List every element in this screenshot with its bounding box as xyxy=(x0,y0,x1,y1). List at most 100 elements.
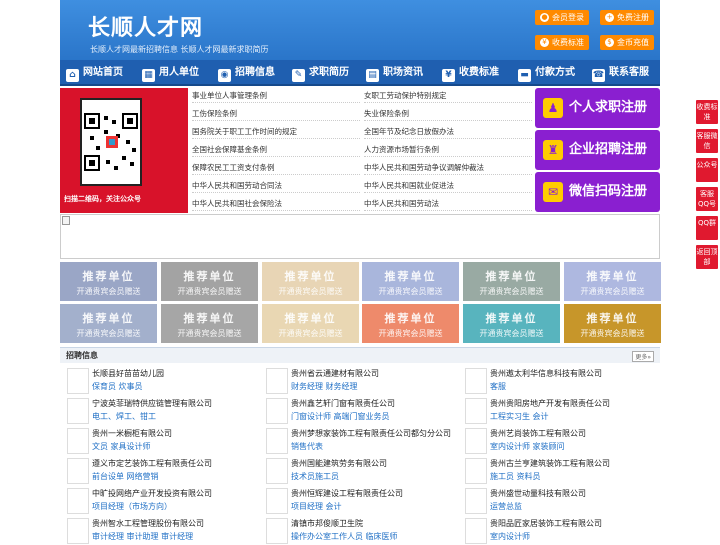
company-name[interactable]: 贵州艺尚装饰工程有限公司 xyxy=(490,428,586,439)
law-link[interactable]: 女职工劳动保护特别规定 xyxy=(364,89,532,103)
job-listing[interactable]: 贵州省云通建材有限公司 财务经理 财务经理 xyxy=(261,367,451,395)
job-positions[interactable]: 电工、焊工、钳工 xyxy=(92,411,156,422)
recommended-unit-tile[interactable]: 推荐单位 开通贵宾会员赠送 xyxy=(161,262,258,301)
recommended-unit-tile[interactable]: 推荐单位 开通贵宾会员赠送 xyxy=(362,262,459,301)
company-name[interactable]: 贵州古兰亨建筑装饰工程有限公司 xyxy=(490,458,610,469)
company-name[interactable]: 贵州鑫艺轩门窗有限责任公司 xyxy=(291,398,395,409)
job-positions[interactable]: 财务经理 财务经理 xyxy=(291,381,358,392)
more-button[interactable]: 更多» xyxy=(632,351,654,362)
company-name[interactable]: 贵州盛世动量科技有限公司 xyxy=(490,488,586,499)
job-positions[interactable]: 室内设计师 xyxy=(490,531,530,542)
recommended-unit-tile[interactable]: 推荐单位 开通贵宾会员赠送 xyxy=(564,262,661,301)
sidebar-button[interactable]: QQ群 xyxy=(696,216,718,240)
job-listing[interactable]: 贵阳品匠家居装饰工程有限公司 室内设计师 xyxy=(460,517,650,545)
job-positions[interactable]: 项目经理 会计 xyxy=(291,501,342,512)
law-link[interactable]: 中华人民共和国劳动争议调解仲裁法 xyxy=(364,161,532,175)
sidebar-button[interactable]: 返回顶部 xyxy=(696,245,718,269)
company-name[interactable]: 贵州恒辉建设工程有限责任公司 xyxy=(291,488,403,499)
employer-register-button[interactable]: ♜ 企业招聘注册 xyxy=(535,130,660,170)
law-link[interactable]: 事业单位人事管理条例 xyxy=(192,89,360,103)
company-name[interactable]: 贵州省云通建材有限公司 xyxy=(291,368,379,379)
job-positions[interactable]: 项目经理（市场方向） xyxy=(92,501,172,512)
company-name[interactable]: 贵州梦想家装饰工程有限责任公司都匀分公司 xyxy=(291,428,451,439)
job-listing[interactable]: 贵州贵阳房地产开发有限责任公司 工程实习生 会计 xyxy=(460,397,650,425)
job-seeker-register-button[interactable]: ♟ 个人求职注册 xyxy=(535,88,660,128)
job-listing[interactable]: 贵州智水工程管理股份有限公司 审计经理 审计助理 审计经理 xyxy=(62,517,252,545)
job-positions[interactable]: 工程实习生 会计 xyxy=(490,411,549,422)
law-link[interactable]: 保障农民工工资支付条例 xyxy=(192,161,360,175)
recommended-unit-tile[interactable]: 推荐单位 开通贵宾会员赠送 xyxy=(60,262,157,301)
job-listing[interactable]: 贵州遨太利华信息科技有限公司 客服 xyxy=(460,367,650,395)
job-listing[interactable]: 贵州艺尚装饰工程有限公司 室内设计师 家装顾问 xyxy=(460,427,650,455)
job-listing[interactable]: 贵州鑫艺轩门窗有限责任公司 门窗设计师 高端门窗业务员 xyxy=(261,397,451,425)
banner-image[interactable] xyxy=(60,214,660,259)
recommended-unit-tile[interactable]: 推荐单位 开通贵宾会员赠送 xyxy=(463,304,560,343)
job-positions[interactable]: 施工员 资料员 xyxy=(490,471,541,482)
recommended-unit-tile[interactable]: 推荐单位 开通贵宾会员赠送 xyxy=(564,304,661,343)
nav-payment[interactable]: ▬ 付款方式 xyxy=(518,60,575,86)
law-link[interactable]: 中华人民共和国就业促进法 xyxy=(364,179,532,193)
company-name[interactable]: 贵州贵阳房地产开发有限责任公司 xyxy=(490,398,610,409)
job-listing[interactable]: 贵州盛世动量科技有限公司 运营总监 xyxy=(460,487,650,515)
company-name[interactable]: 中旷投网络产业开发投资有限公司 xyxy=(92,488,212,499)
nav-news[interactable]: ▤ 职场资讯 xyxy=(366,60,423,86)
nav-fees[interactable]: ¥ 收费标准 xyxy=(442,60,499,86)
company-name[interactable]: 长顺县好苗苗幼儿园 xyxy=(92,368,164,379)
law-link[interactable]: 国务院关于职工工作时间的规定 xyxy=(192,125,360,139)
job-listing[interactable]: 中旷投网络产业开发投资有限公司 项目经理（市场方向） xyxy=(62,487,252,515)
law-link[interactable]: 工伤保险条例 xyxy=(192,107,360,121)
sidebar-button[interactable]: 客服QQ号 xyxy=(696,187,718,211)
job-positions[interactable]: 技术员施工员 xyxy=(291,471,339,482)
recommended-unit-tile[interactable]: 推荐单位 开通贵宾会员赠送 xyxy=(362,304,459,343)
sidebar-button[interactable]: 收费标准 xyxy=(696,100,718,124)
recommended-unit-tile[interactable]: 推荐单位 开通贵宾会员赠送 xyxy=(262,262,359,301)
job-listing[interactable]: 遵义市定艺装饰工程有限责任公司 前台设单 网络营销 xyxy=(62,457,252,485)
law-link[interactable]: 全国年节及纪念日放假办法 xyxy=(364,125,532,139)
company-name[interactable]: 宁波英菲瑞特供应链管理有限公司 xyxy=(92,398,212,409)
nav-resumes[interactable]: ✎ 求职简历 xyxy=(292,60,349,86)
job-positions[interactable]: 前台设单 网络营销 xyxy=(92,471,159,482)
recharge-button[interactable]: $ 金币充值 xyxy=(600,35,654,50)
login-button[interactable]: ● 会员登录 xyxy=(535,10,589,25)
job-listing[interactable]: 贵州古兰亨建筑装饰工程有限公司 施工员 资料员 xyxy=(460,457,650,485)
law-link[interactable]: 全国社会保障基金条例 xyxy=(192,143,360,157)
recommended-unit-tile[interactable]: 推荐单位 开通贵宾会员赠送 xyxy=(161,304,258,343)
law-link[interactable]: 中华人民共和国劳动法 xyxy=(364,197,532,211)
company-name[interactable]: 贵州遨太利华信息科技有限公司 xyxy=(490,368,602,379)
job-positions[interactable]: 客服 xyxy=(490,381,506,392)
law-link[interactable]: 人力资源市场暂行条例 xyxy=(364,143,532,157)
job-listing[interactable]: 宁波英菲瑞特供应链管理有限公司 电工、焊工、钳工 xyxy=(62,397,252,425)
job-positions[interactable]: 运营总监 xyxy=(490,501,522,512)
company-name[interactable]: 贵州智水工程管理股份有限公司 xyxy=(92,518,204,529)
sidebar-button[interactable]: 客服微信 xyxy=(696,129,718,153)
job-listing[interactable]: 贵州梦想家装饰工程有限责任公司都匀分公司 销售代表 xyxy=(261,427,451,455)
law-link[interactable]: 中华人民共和国劳动合同法 xyxy=(192,179,360,193)
pricing-button[interactable]: ¥ 收费标准 xyxy=(535,35,589,50)
job-positions[interactable]: 室内设计师 家装顾问 xyxy=(490,441,565,452)
wechat-register-button[interactable]: ✉ 微信扫码注册 xyxy=(535,172,660,212)
job-positions[interactable]: 文员 家具设计师 xyxy=(92,441,151,452)
recommended-unit-tile[interactable]: 推荐单位 开通贵宾会员赠送 xyxy=(60,304,157,343)
job-listing[interactable]: 贵州一米橱柜有限公司 文员 家具设计师 xyxy=(62,427,252,455)
company-name[interactable]: 贵州国能建筑劳务有限公司 xyxy=(291,458,387,469)
recommended-unit-tile[interactable]: 推荐单位 开通贵宾会员赠送 xyxy=(262,304,359,343)
sidebar-button[interactable]: 公众号 xyxy=(696,158,718,182)
nav-contact[interactable]: ☎ 联系客服 xyxy=(592,60,649,86)
register-button[interactable]: + 免费注册 xyxy=(600,10,654,25)
nav-home[interactable]: ⌂ 网站首页 xyxy=(66,60,123,86)
company-name[interactable]: 贵阳品匠家居装饰工程有限公司 xyxy=(490,518,602,529)
nav-employers[interactable]: ▦ 用人单位 xyxy=(142,60,199,86)
job-positions[interactable]: 销售代表 xyxy=(291,441,323,452)
law-link[interactable]: 中华人民共和国社会保险法 xyxy=(192,197,360,211)
recommended-unit-tile[interactable]: 推荐单位 开通贵宾会员赠送 xyxy=(463,262,560,301)
job-listing[interactable]: 贵州国能建筑劳务有限公司 技术员施工员 xyxy=(261,457,451,485)
nav-jobs[interactable]: ◉ 招聘信息 xyxy=(218,60,275,86)
job-positions[interactable]: 审计经理 审计助理 审计经理 xyxy=(92,531,193,542)
job-positions[interactable]: 门窗设计师 高端门窗业务员 xyxy=(291,411,390,422)
job-listing[interactable]: 贵州恒辉建设工程有限责任公司 项目经理 会计 xyxy=(261,487,451,515)
job-listing[interactable]: 清镇市邦俊顺卫生院 操作办公室工作人员 临床医师 xyxy=(261,517,451,545)
company-name[interactable]: 遵义市定艺装饰工程有限责任公司 xyxy=(92,458,212,469)
job-listing[interactable]: 长顺县好苗苗幼儿园 保育员 炊事员 xyxy=(62,367,252,395)
law-link[interactable]: 失业保险条例 xyxy=(364,107,532,121)
site-logo[interactable]: 长顺人才网 xyxy=(88,10,203,42)
